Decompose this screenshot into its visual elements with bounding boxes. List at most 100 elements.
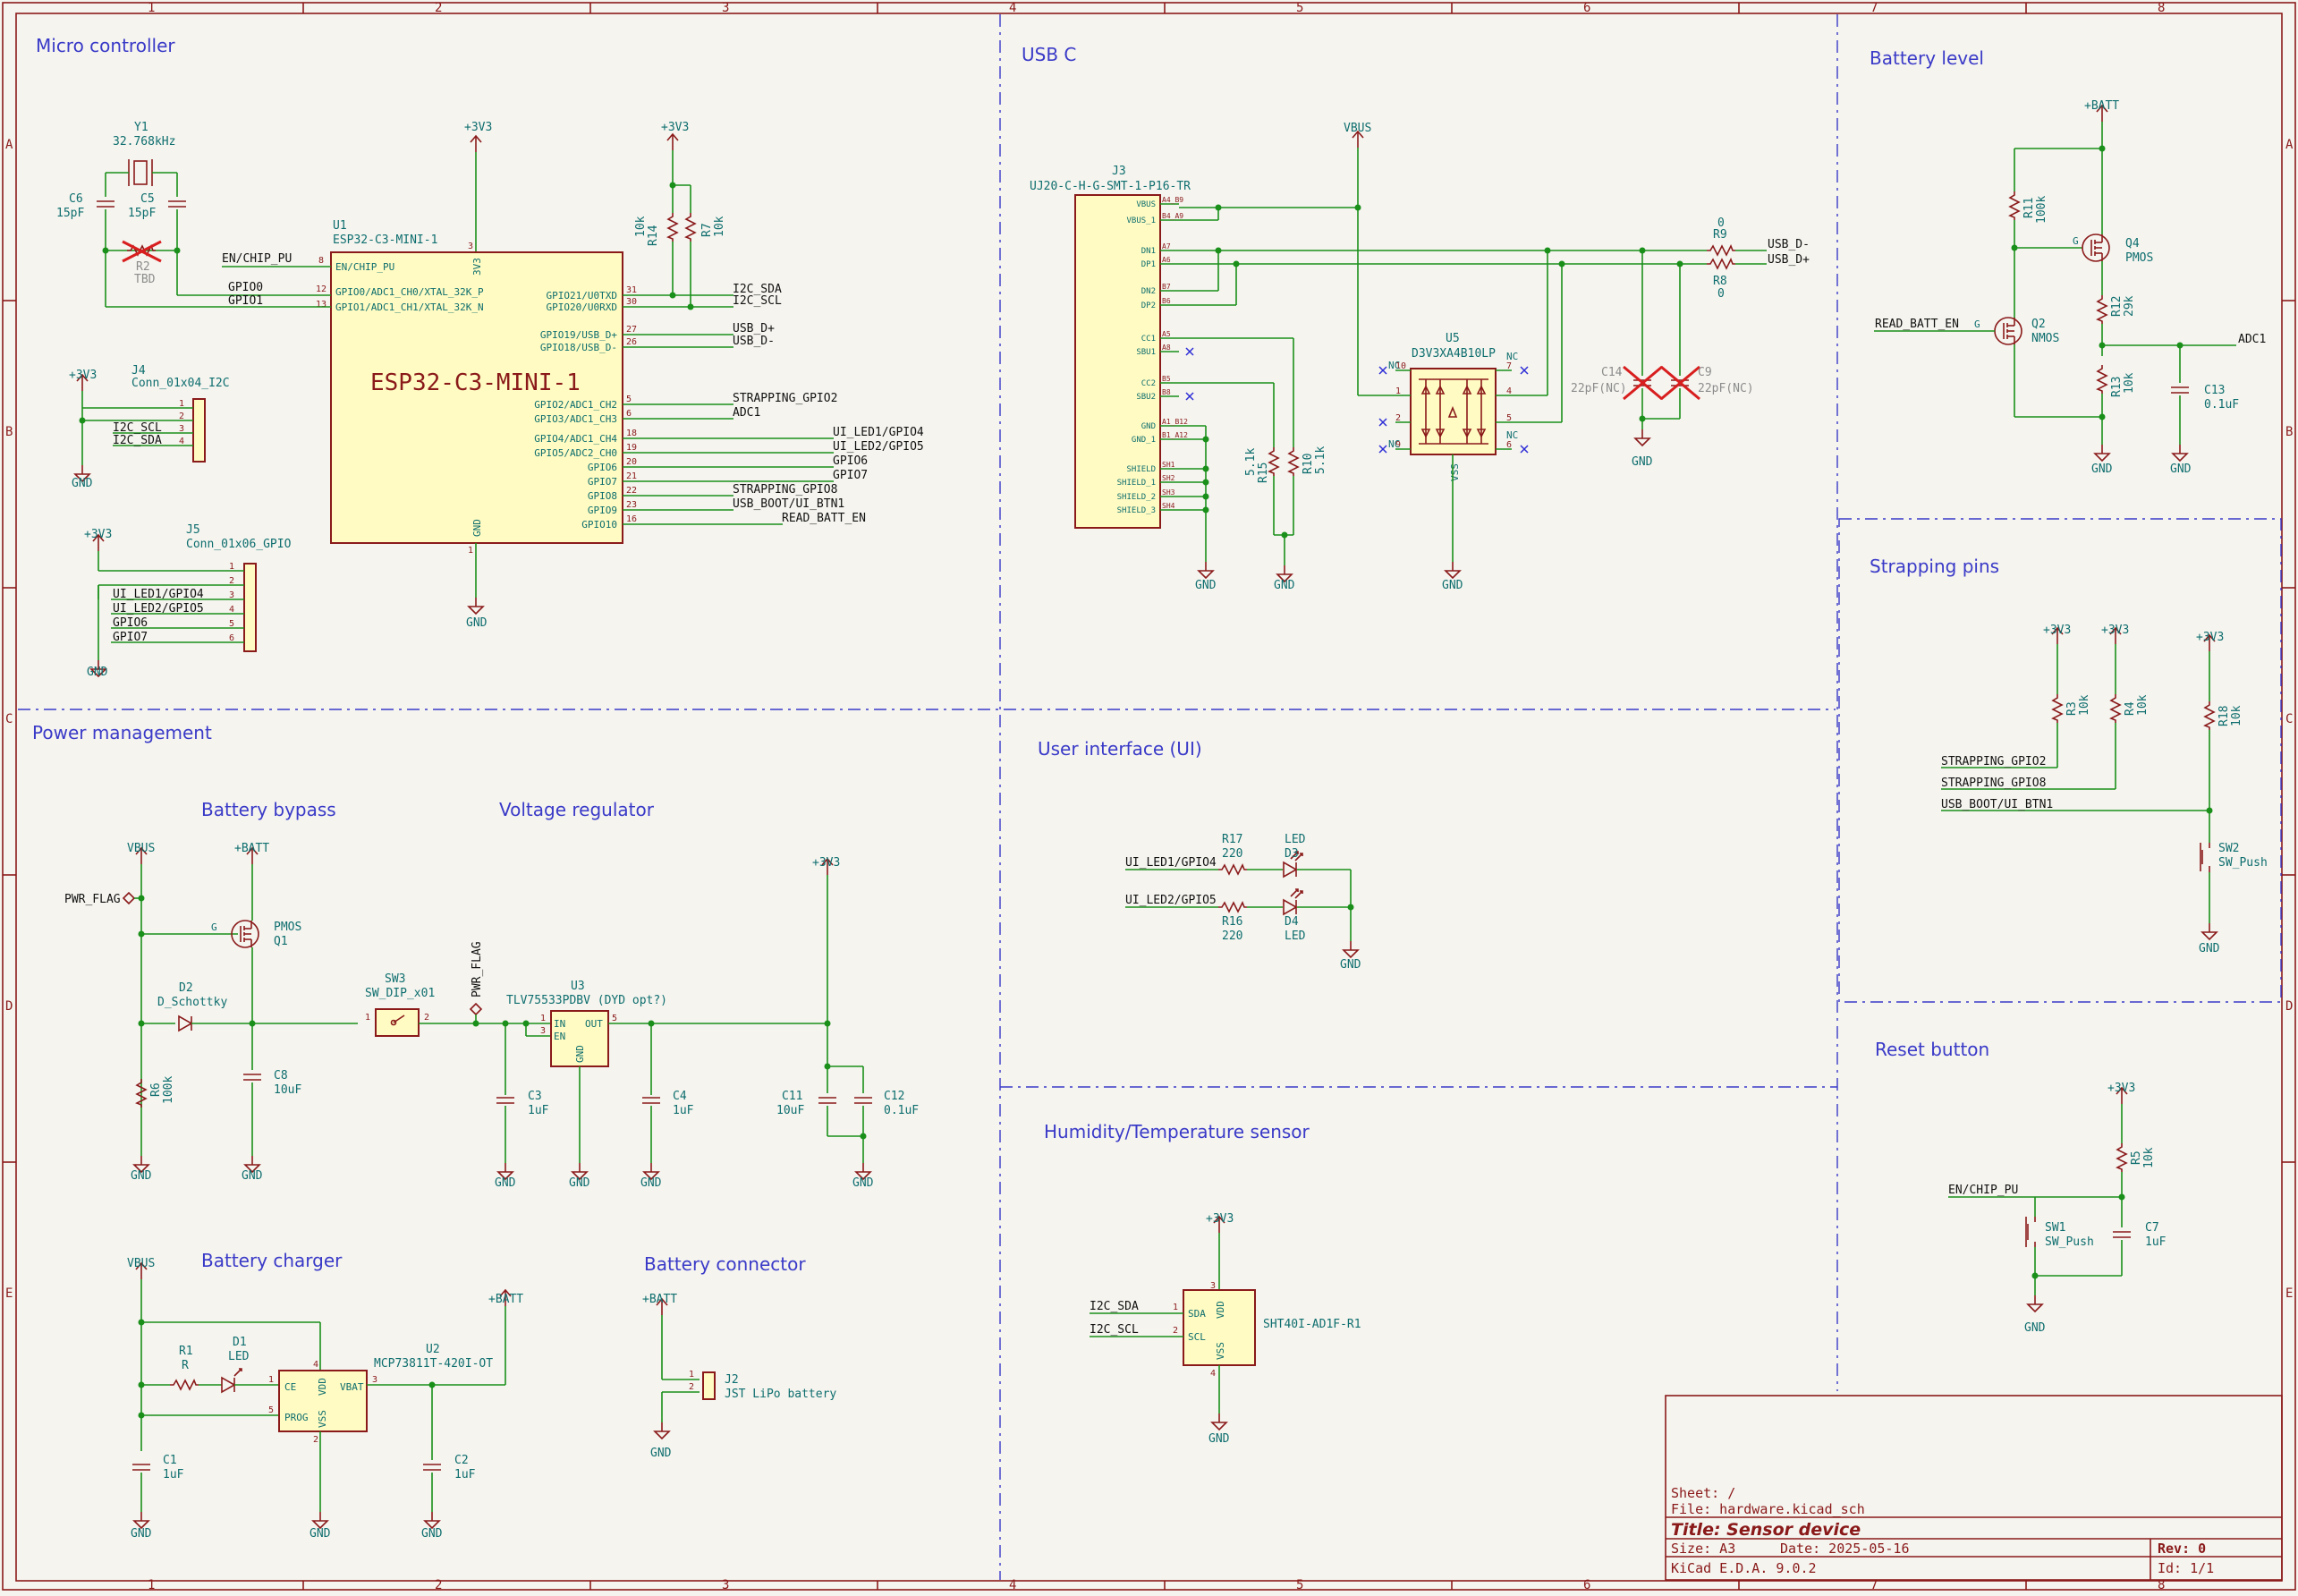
- power-label-3v3: +3V3: [84, 528, 112, 541]
- y1-crystal[interactable]: [133, 160, 148, 185]
- c4-value: 1uF: [673, 1104, 694, 1117]
- c7-ref: C7: [2145, 1221, 2159, 1235]
- net-label-i2c-scl: I2C_SCL: [1090, 1323, 1139, 1337]
- section-title-voltage-regulator: Voltage regulator: [499, 799, 655, 820]
- section-title-strapping: Strapping pins: [1870, 556, 1999, 577]
- j4-pin-num: 2: [179, 412, 184, 421]
- net-label-usb-dm: USB_D-: [1768, 238, 1810, 251]
- u1-right-pin-name: GPIO9: [588, 505, 617, 516]
- charger-group: VBUS R1 R D1 LED CE PROG VBAT VDD VSS 1 …: [127, 1257, 523, 1541]
- j3-pin-num: B6: [1162, 297, 1171, 305]
- j4-pin-num: 3: [179, 424, 184, 434]
- sw2-value: SW_Push: [2218, 856, 2268, 870]
- c14-value: 22pF(NC): [1571, 382, 1627, 395]
- u5-value: D3V3XA4B10LP: [1412, 347, 1496, 361]
- r12-value: 29k: [2123, 295, 2136, 317]
- power-label-gnd: GND: [87, 666, 108, 679]
- j4-connector[interactable]: [192, 398, 206, 463]
- j3-pin-num: SH4: [1162, 502, 1175, 510]
- col-label: 4: [1009, 1578, 1016, 1592]
- j3-pin-num: B5: [1162, 375, 1171, 383]
- r5-value: 10k: [2142, 1147, 2156, 1168]
- u5-body[interactable]: [1410, 368, 1497, 455]
- col-label: 1: [148, 1578, 155, 1592]
- r6-ref: R6: [149, 1082, 163, 1097]
- u3-pin-out: OUT: [585, 1018, 603, 1030]
- d2-value: D_Schottky: [157, 996, 227, 1009]
- power-label-gnd: GND: [2024, 1321, 2046, 1335]
- u1-right-pin-num: 30: [626, 297, 637, 307]
- j3-pin-num: B7: [1162, 283, 1171, 291]
- row-label: B: [5, 425, 13, 439]
- net-label-en: EN/CHIP_PU: [222, 252, 292, 266]
- u3-pin-num: 1: [540, 1014, 546, 1023]
- j4-net-label: I2C_SCL: [113, 421, 162, 435]
- u1-net-label: GPIO6: [833, 454, 868, 468]
- row-label: E: [5, 1286, 13, 1301]
- u3-pin-num: 3: [540, 1026, 546, 1036]
- col-label: 4: [1009, 1, 1016, 15]
- j3-pin-name: SHIELD: [1126, 465, 1156, 474]
- j5-net-label: UI_LED2/GPIO5: [113, 602, 204, 615]
- j5-pin-num: 3: [229, 590, 234, 600]
- power-label-3v3: +3V3: [2196, 631, 2224, 644]
- r7-value: 10k: [713, 216, 726, 237]
- q2-gate: G: [1974, 318, 1980, 330]
- tb-file: File: hardware.kicad_sch: [1671, 1501, 1865, 1517]
- power-label-gnd: GND: [466, 616, 488, 630]
- j3-pin-num: A6: [1162, 256, 1171, 264]
- sw2-ref: SW2: [2218, 842, 2239, 855]
- u1-right-pin-num: 18: [626, 429, 637, 438]
- u2-pin-vdd: VDD: [317, 1378, 328, 1396]
- power-label-gnd: GND: [1442, 579, 1463, 592]
- u3-value: TLV75533PDBV (DYD opt?): [506, 994, 667, 1007]
- power-label-3v3: +3V3: [2043, 624, 2071, 637]
- r14-value: 10k: [634, 216, 648, 237]
- u3-pin-gnd: GND: [574, 1045, 586, 1063]
- u1-pin-gnd-num: 1: [468, 546, 473, 556]
- ui-group: UI_LED1/GPIO4 UI_LED2/GPIO5 GND R17 220 …: [1125, 833, 1361, 972]
- battery-bypass-group: VBUS +BATT PWR_FLAG G PMOS Q1 D2 D_Schot…: [64, 842, 358, 1183]
- q1-ref: Q1: [274, 935, 288, 948]
- sw3-dip-switch[interactable]: [375, 1008, 420, 1037]
- j5-connector[interactable]: [243, 563, 257, 652]
- col-label: 2: [435, 1578, 442, 1592]
- u1-right-pin-num: 26: [626, 337, 637, 347]
- sw1-ref: SW1: [2045, 1221, 2065, 1235]
- net-label-strap-gpio2: STRAPPING_GPIO2: [1941, 755, 2046, 768]
- u1-net-label: ADC1: [733, 406, 760, 420]
- tb-tool: KiCad E.D.A. 9.0.2: [1671, 1560, 1817, 1576]
- c12-ref: C12: [884, 1090, 904, 1103]
- col-label: 7: [1870, 1, 1878, 15]
- u1-right-pin-num: 31: [626, 285, 637, 295]
- r14-ref: R14: [647, 225, 660, 246]
- section-title-ui: User interface (UI): [1038, 738, 1202, 760]
- u1-right-pin-num: 21: [626, 471, 637, 481]
- u5-pin-num: 1: [1395, 386, 1401, 396]
- c1-ref: C1: [163, 1454, 177, 1467]
- j2-connector[interactable]: [702, 1371, 716, 1400]
- row-label: D: [2285, 999, 2293, 1014]
- u1-left-pin-num: 13: [316, 300, 326, 310]
- j3-pin-num: A8: [1162, 344, 1171, 352]
- col-label: 5: [1296, 1, 1303, 15]
- power-label-batt: +BATT: [642, 1293, 677, 1306]
- tb-rev: Rev: 0: [2158, 1541, 2206, 1557]
- j5-pin-num: 4: [229, 605, 234, 615]
- r1-ref: R1: [179, 1345, 193, 1358]
- net-label-ui-led2: UI_LED2/GPIO5: [1125, 894, 1217, 907]
- c8-value: 10uF: [274, 1083, 301, 1097]
- q4-gate: G: [2073, 235, 2079, 247]
- q4-value: PMOS: [2125, 251, 2153, 265]
- power-label-gnd: GND: [852, 1176, 874, 1190]
- u1-right-pin-name: GPIO20/U0RXD: [547, 301, 617, 313]
- j3-pin-name: SHIELD_1: [1117, 479, 1156, 488]
- j3-pin-num: SH3: [1162, 488, 1175, 497]
- c13-ref: C13: [2204, 384, 2225, 397]
- schematic-sheet: 1 2 3 4 5 6 7 8 1 2 3 4 5 6 7 8 A B C D …: [0, 0, 2298, 1592]
- col-label: 1: [148, 1, 155, 15]
- c8-ref: C8: [274, 1069, 288, 1082]
- u1-right-pin-num: 16: [626, 514, 637, 524]
- q2-mosfet: [1994, 317, 2022, 345]
- r3-ref: R3: [2065, 701, 2079, 716]
